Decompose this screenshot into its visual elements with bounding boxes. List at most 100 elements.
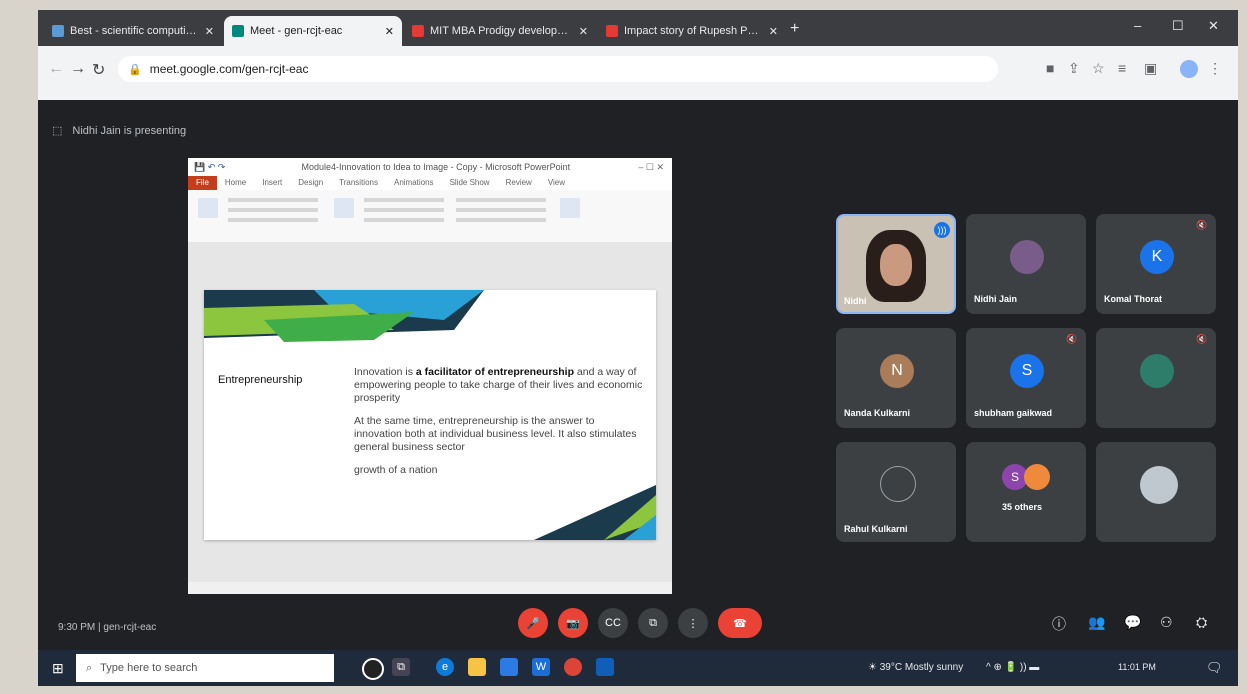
ppt-tab-review: Review: [505, 178, 532, 187]
participant-tile[interactable]: Rahul Kulkarni: [836, 442, 956, 542]
browser-tab-active[interactable]: Meet - gen-rcjt-eac ✕: [224, 16, 402, 46]
ribbon-row: [456, 198, 546, 202]
task-view-icon[interactable]: ⧉: [392, 658, 410, 676]
leave-call-button[interactable]: ☎: [718, 608, 762, 638]
weather-widget[interactable]: ☀ 39°C Mostly sunny: [868, 662, 963, 673]
present-button[interactable]: ⧉: [638, 608, 668, 638]
store-icon[interactable]: [500, 658, 518, 676]
windows-start-icon[interactable]: ⊞: [52, 660, 64, 677]
tab-label: MIT MBA Prodigy developer...: [430, 25, 573, 37]
participant-tile-self[interactable]: ))) Nidhi: [836, 214, 956, 314]
participant-name: Komal Thorat: [1104, 294, 1163, 304]
file-explorer-icon[interactable]: [468, 658, 486, 676]
slide-paragraph-2: At the same time, entrepreneurship is th…: [354, 415, 637, 453]
ppt-status-bar: [188, 582, 672, 594]
chrome-icon[interactable]: [564, 658, 582, 676]
lock-icon: 🔒: [128, 63, 142, 76]
tab-label: Meet - gen-rcjt-eac: [250, 25, 343, 37]
system-tray-icons[interactable]: ^ ⊕ 🔋 )) ▬: [986, 662, 1039, 673]
edge-icon[interactable]: e: [436, 658, 454, 676]
activities-icon[interactable]: ⚇: [1160, 614, 1173, 631]
participant-avatar: [1010, 240, 1044, 274]
ppt-tab-transitions: Transitions: [339, 178, 378, 187]
tab-label: Best - scientific computing with...: [70, 25, 199, 37]
close-tab-icon[interactable]: ✕: [385, 25, 394, 38]
windows-taskbar: ⊞ ⌕ Type here to search ⧉ e W ☀ 39°C Mos…: [38, 650, 1238, 686]
menu-kebab-icon[interactable]: ⋮: [1208, 60, 1222, 77]
browser-tab[interactable]: MIT MBA Prodigy developer... ✕: [404, 16, 596, 46]
outlook-icon[interactable]: [596, 658, 614, 676]
minimize-icon[interactable]: –: [1134, 18, 1141, 33]
participant-name: shubham gaikwad: [974, 408, 1053, 418]
ppt-workspace: Entrepreneurship Innovation is a facilit…: [188, 242, 672, 582]
forward-arrow-icon[interactable]: →: [70, 60, 86, 78]
taskbar-search[interactable]: ⌕ Type here to search: [76, 654, 334, 682]
address-bar[interactable]: 🔒 meet.google.com/gen-rcjt-eac: [118, 56, 998, 82]
participant-name: Nidhi Jain: [974, 294, 1018, 304]
ppt-tab-animations: Animations: [393, 178, 434, 187]
url-text: meet.google.com/gen-rcjt-eac: [149, 62, 309, 76]
speaking-indicator-icon: ))): [934, 222, 950, 238]
profile-avatar[interactable]: [1180, 60, 1198, 78]
cortana-icon[interactable]: [362, 658, 384, 680]
participant-tile[interactable]: N Nanda Kulkarni: [836, 328, 956, 428]
ribbon-button-icon: [198, 198, 218, 218]
close-tab-icon[interactable]: ✕: [579, 25, 588, 38]
captions-button[interactable]: CC: [598, 608, 628, 638]
participant-name: 35 others: [1002, 502, 1043, 512]
close-tab-icon[interactable]: ✕: [769, 25, 778, 38]
host-controls-icon[interactable]: ⛭: [1196, 614, 1207, 631]
extensions-icon[interactable]: ▣: [1144, 60, 1157, 77]
browser-tab[interactable]: Best - scientific computing with... ✕: [44, 16, 222, 46]
ribbon-row: [228, 218, 318, 222]
taskbar-clock[interactable]: 11:01 PM: [1118, 662, 1156, 672]
participant-tile[interactable]: [1096, 442, 1216, 542]
slide-paragraph-1: Innovation is a facilitator of entrepren…: [354, 366, 644, 405]
share-icon[interactable]: ⇪: [1068, 60, 1080, 77]
participant-avatar: [1024, 464, 1050, 490]
close-window-icon[interactable]: ✕: [1208, 18, 1219, 34]
more-options-button[interactable]: ⋮: [678, 608, 708, 638]
participant-tile[interactable]: 🔇: [1096, 328, 1216, 428]
slide-body: Innovation is a facilitator of entrepren…: [354, 366, 644, 487]
word-icon[interactable]: W: [532, 658, 550, 676]
info-icon[interactable]: ⓘ: [1052, 614, 1066, 634]
mic-toggle-button[interactable]: 🎤: [518, 608, 548, 638]
ppt-tab-home: Home: [224, 178, 247, 187]
slide: Entrepreneurship Innovation is a facilit…: [204, 290, 656, 540]
reading-list-icon[interactable]: ≡: [1118, 60, 1126, 76]
close-tab-icon[interactable]: ✕: [205, 25, 214, 38]
browser-tab[interactable]: Impact story of Rupesh Patel - ✕: [598, 16, 786, 46]
para1-prefix: Innovation is: [354, 366, 416, 378]
maximize-icon[interactable]: ☐: [1172, 18, 1184, 34]
camera-toggle-button[interactable]: 📷: [558, 608, 588, 638]
people-icon[interactable]: 👥: [1088, 614, 1105, 631]
chat-icon[interactable]: 💬: [1124, 614, 1141, 631]
shared-screen: 💾 ↶ ↷ Module4-Innovation to Idea to Imag…: [188, 158, 672, 594]
participant-avatar: N: [880, 354, 914, 388]
ribbon-row: [228, 198, 318, 202]
participant-tile[interactable]: 🔇 K Komal Thorat: [1096, 214, 1216, 314]
back-arrow-icon[interactable]: ←: [48, 60, 64, 78]
ribbon-row: [364, 208, 444, 212]
new-tab-button[interactable]: +: [790, 20, 799, 38]
presenter-text: Nidhi Jain is presenting: [72, 125, 187, 137]
camera-indicator-icon[interactable]: ■: [1046, 60, 1054, 76]
sun-icon: ☀: [868, 662, 880, 673]
participant-tile[interactable]: 🔇 S shubham gaikwad: [966, 328, 1086, 428]
notification-icon[interactable]: 🗨: [1206, 660, 1223, 676]
reload-icon[interactable]: ↻: [92, 60, 105, 80]
participant-tile[interactable]: Nidhi Jain: [966, 214, 1086, 314]
tab-label: Impact story of Rupesh Patel -: [624, 25, 763, 37]
bookmark-star-icon[interactable]: ☆: [1092, 60, 1105, 77]
ppt-tab-insert: Insert: [262, 178, 283, 187]
participant-tile-others[interactable]: S 35 others: [966, 442, 1086, 542]
participant-avatar: [880, 466, 916, 502]
browser-toolbar: ← → ↻ 🔒 meet.google.com/gen-rcjt-eac ■ ⇪…: [38, 46, 1238, 100]
ppt-window-controls-icon: – ☐ ✕: [638, 161, 664, 172]
participant-avatar: S: [1010, 354, 1044, 388]
participant-name: Nanda Kulkarni: [844, 408, 911, 418]
tab-favicon-icon: [52, 25, 64, 37]
screen: Best - scientific computing with... ✕ Me…: [38, 10, 1238, 686]
weather-text: 39°C Mostly sunny: [879, 662, 964, 673]
